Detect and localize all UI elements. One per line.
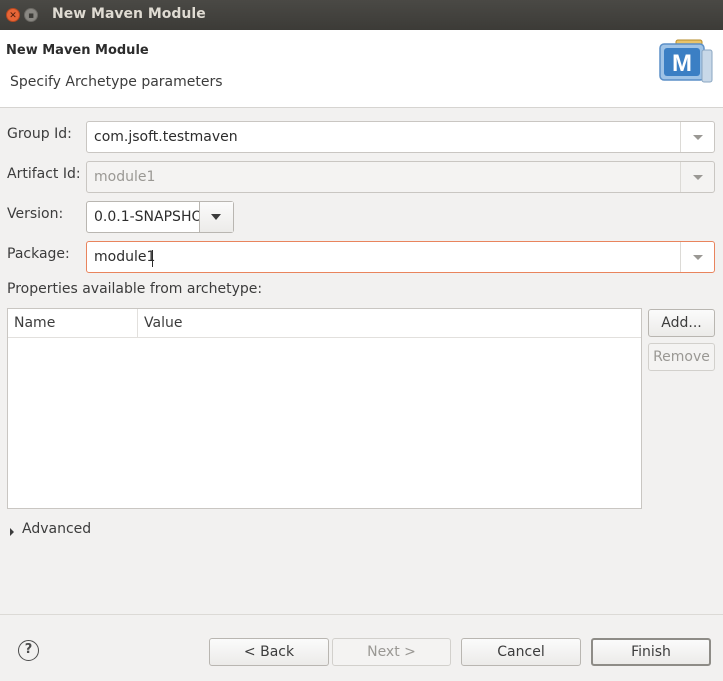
version-dropdown-icon[interactable] — [199, 202, 233, 232]
wizard-header: New Maven Module Specify Archetype param… — [0, 30, 723, 108]
minimize-icon[interactable]: ▪ — [24, 8, 38, 22]
text-cursor — [152, 250, 153, 267]
remove-property-button: Remove — [648, 343, 715, 371]
add-button-label: Add... — [661, 315, 702, 331]
column-divider[interactable] — [137, 309, 138, 338]
footer-divider — [0, 614, 723, 615]
finish-button-label: Finish — [631, 644, 671, 660]
package-field[interactable]: module1 — [86, 241, 715, 273]
back-button[interactable]: < Back — [209, 638, 329, 666]
next-button-label: Next > — [367, 644, 416, 660]
version-label: Version: — [7, 206, 64, 222]
close-icon[interactable]: ✕ — [6, 8, 20, 22]
group-id-value: com.jsoft.testmaven — [94, 129, 238, 145]
artifact-id-dropdown-icon — [680, 162, 714, 192]
group-id-field[interactable]: com.jsoft.testmaven — [86, 121, 715, 153]
column-header-value[interactable]: Value — [144, 315, 182, 331]
title-bar: ✕ ▪ New Maven Module — [0, 0, 723, 30]
finish-button[interactable]: Finish — [591, 638, 711, 666]
maven-module-icon: M — [659, 39, 713, 83]
properties-table[interactable]: Name Value — [7, 308, 642, 509]
maven-icon-letter: M — [672, 50, 692, 77]
remove-button-label: Remove — [653, 349, 710, 365]
artifact-id-label: Artifact Id: — [7, 166, 81, 182]
next-button: Next > — [332, 638, 451, 666]
window-title: New Maven Module — [52, 6, 206, 22]
back-button-label: < Back — [243, 644, 295, 660]
package-dropdown-icon[interactable] — [680, 242, 714, 272]
add-property-button[interactable]: Add... — [648, 309, 715, 337]
help-icon[interactable]: ? — [18, 640, 39, 661]
version-combo[interactable]: 0.0.1-SNAPSHOT — [86, 201, 234, 233]
cancel-button-label: Cancel — [497, 644, 545, 660]
wizard-title: New Maven Module — [6, 43, 149, 58]
version-value: 0.0.1-SNAPSHOT — [94, 209, 200, 225]
properties-table-header: Name Value — [8, 309, 641, 338]
artifact-id-value: module1 — [94, 169, 156, 185]
cancel-button[interactable]: Cancel — [461, 638, 581, 666]
package-label: Package: — [7, 246, 70, 262]
expand-arrow-icon[interactable] — [10, 528, 14, 536]
advanced-section-toggle[interactable]: Advanced — [22, 521, 91, 537]
package-value: module1 — [94, 249, 156, 265]
properties-label: Properties available from archetype: — [7, 281, 263, 297]
wizard-subtitle: Specify Archetype parameters — [10, 74, 223, 90]
group-id-label: Group Id: — [7, 126, 72, 142]
column-header-name[interactable]: Name — [14, 315, 55, 331]
artifact-id-field: module1 — [86, 161, 715, 193]
group-id-dropdown-icon[interactable] — [680, 122, 714, 152]
